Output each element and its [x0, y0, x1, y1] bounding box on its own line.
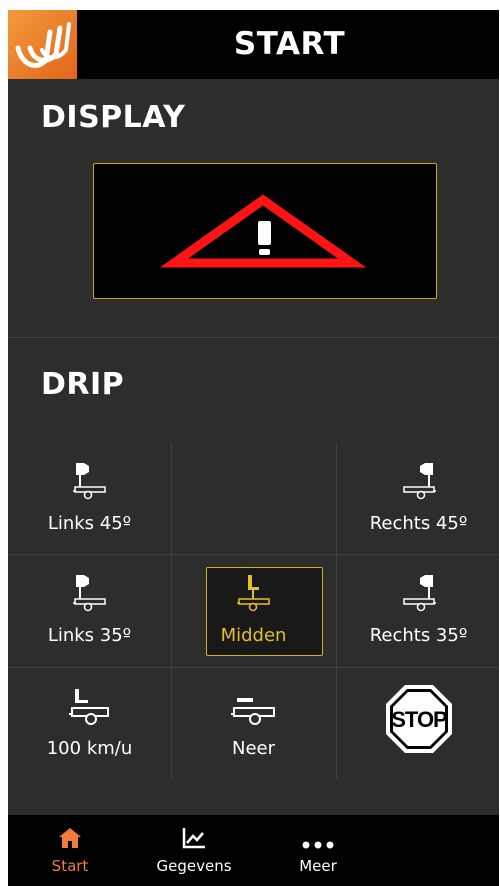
more-dots-icon [301, 835, 335, 853]
header-bar: START [8, 10, 499, 79]
stop-sign-text: STOP [391, 707, 447, 732]
rechts-35-button[interactable]: Rechts 35º [337, 555, 499, 667]
links-35-button[interactable]: Links 35º [8, 555, 171, 667]
midden-button[interactable]: Midden [172, 555, 335, 667]
home-icon [58, 827, 82, 853]
app-screen: START DISPLAY DRIP Links 45º Rechts 45º … [8, 10, 499, 886]
nav-item-meer[interactable]: Meer [268, 815, 368, 886]
100-kmu-button[interactable]: 100 km/u [8, 668, 171, 780]
section-divider [8, 337, 499, 338]
display-screen [93, 163, 437, 299]
nav-label: Start [51, 857, 89, 875]
trailer-sign-right-icon [402, 573, 436, 618]
nav-item-gegevens[interactable]: Gegevens [144, 815, 244, 886]
button-label: Midden [220, 625, 287, 646]
bottom-nav-bar: Start Gegevens Meer [8, 815, 499, 886]
neer-button[interactable]: Neer [172, 668, 335, 780]
nav-item-start[interactable]: Start [20, 815, 120, 886]
button-label: Neer [231, 738, 275, 759]
empty-cell [172, 443, 335, 555]
trailer-lowered-icon [230, 686, 277, 731]
display-section-title: DISPLAY [41, 100, 186, 135]
trailer-sign-right-icon [402, 461, 436, 506]
trailer-sign-left-icon [72, 573, 107, 618]
button-label: 100 km/u [46, 738, 133, 759]
button-label: Rechts 45º [369, 513, 468, 534]
page-title: START [233, 26, 346, 62]
stop-sign-icon: STOP [384, 683, 454, 760]
drip-section-title: DRIP [41, 367, 125, 402]
nav-label: Gegevens [156, 857, 232, 875]
warning-triangle-icon [159, 194, 367, 268]
links-45-button[interactable]: Links 45º [8, 443, 171, 555]
trailer-raised-icon [68, 686, 111, 731]
button-label: Links 45º [47, 513, 132, 534]
trailer-sign-left-icon [72, 461, 107, 506]
chart-icon [182, 827, 206, 853]
button-label: Rechts 35º [369, 625, 468, 646]
nav-label: Meer [299, 857, 337, 875]
trailer-sign-middle-icon [236, 573, 271, 618]
button-label: Links 35º [47, 625, 132, 646]
stop-button[interactable]: STOP [337, 668, 499, 780]
rechts-45-button[interactable]: Rechts 45º [337, 443, 499, 555]
